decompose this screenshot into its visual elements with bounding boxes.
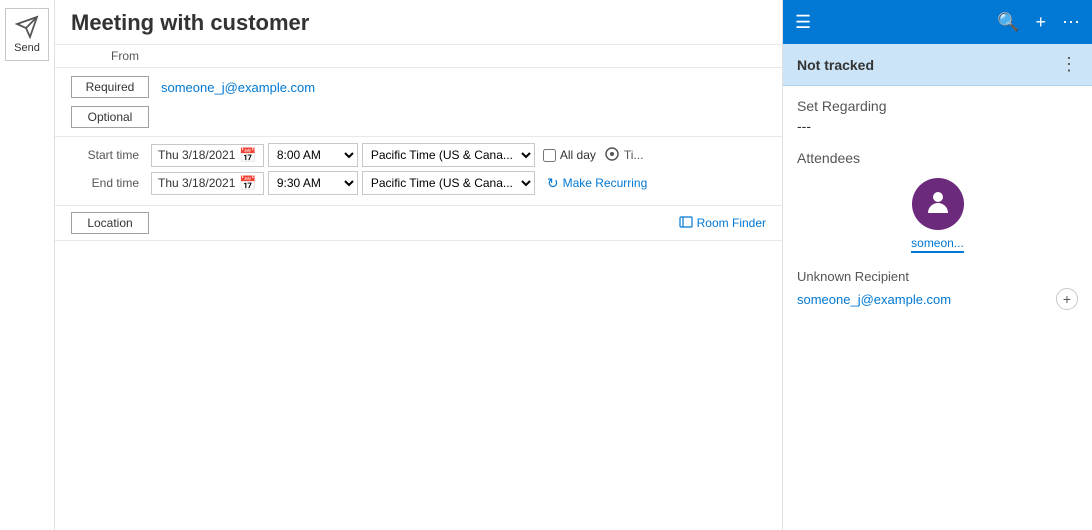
- search-icon[interactable]: 🔍: [997, 12, 1019, 33]
- location-button[interactable]: Location: [71, 212, 149, 234]
- recipients-section: Required someone_j@example.com Optional: [55, 68, 782, 137]
- end-time-row: End time Thu 3/18/2021 📅 9:30 AM Pacific…: [71, 171, 766, 195]
- send-label: Send: [14, 42, 40, 54]
- sidebar-content: Set Regarding --- Attendees someon... Un…: [783, 86, 1092, 530]
- optional-button[interactable]: Optional: [71, 106, 149, 128]
- time-section: Start time Thu 3/18/2021 📅 8:00 AM Pacif…: [55, 137, 782, 206]
- banner-more-icon[interactable]: ⋮: [1060, 54, 1078, 75]
- unknown-recipient-section: Unknown Recipient someone_j@example.com …: [797, 269, 1078, 310]
- menu-icon[interactable]: ☰: [795, 12, 811, 33]
- time-extra: Ti...: [624, 148, 644, 162]
- required-button[interactable]: Required: [71, 76, 149, 98]
- add-icon[interactable]: +: [1035, 12, 1046, 33]
- location-section: Location Room Finder: [55, 206, 782, 241]
- sidebar-header: ☰ 🔍 + ⋯: [783, 0, 1092, 44]
- location-row: Location Room Finder: [71, 212, 766, 234]
- add-recipient-button[interactable]: +: [1056, 288, 1078, 310]
- right-sidebar: ☰ 🔍 + ⋯ Not tracked ⋮ Set Regarding --- …: [782, 0, 1092, 530]
- title-row: [55, 0, 782, 45]
- attendee-name[interactable]: someon...: [911, 236, 964, 253]
- start-time-label: Start time: [71, 148, 151, 162]
- end-calendar-icon: 📅: [239, 175, 256, 192]
- all-day-label[interactable]: All day: [543, 148, 596, 162]
- required-email[interactable]: someone_j@example.com: [161, 80, 315, 95]
- from-label: From: [71, 49, 151, 63]
- avatar-person-icon: [924, 187, 952, 222]
- regarding-value: ---: [797, 118, 1078, 134]
- start-time-select[interactable]: 8:00 AM: [268, 143, 358, 167]
- sidebar-header-right-icons: 🔍 + ⋯: [997, 12, 1080, 33]
- end-time-select[interactable]: 9:30 AM: [268, 171, 358, 195]
- start-date-value: Thu 3/18/2021: [158, 148, 235, 162]
- end-date-value: Thu 3/18/2021: [158, 176, 235, 190]
- optional-row: Optional: [71, 102, 766, 132]
- set-regarding-label: Set Regarding: [797, 98, 1078, 114]
- send-panel: Send: [0, 0, 55, 530]
- unknown-recipient-label: Unknown Recipient: [797, 269, 1078, 284]
- attendee-avatar: [912, 178, 964, 230]
- send-icon: [15, 15, 39, 39]
- from-row: From: [55, 45, 782, 68]
- make-recurring-button[interactable]: ↻ Make Recurring: [547, 175, 647, 192]
- track-icon: [604, 146, 620, 165]
- room-finder-button[interactable]: Room Finder: [679, 215, 766, 232]
- attendee-item: someon...: [797, 178, 1078, 253]
- end-timezone-select[interactable]: Pacific Time (US & Cana...: [362, 171, 535, 195]
- start-time-row: Start time Thu 3/18/2021 📅 8:00 AM Pacif…: [71, 143, 766, 167]
- location-input[interactable]: [161, 216, 671, 231]
- end-date-picker[interactable]: Thu 3/18/2021 📅: [151, 172, 264, 195]
- not-tracked-label: Not tracked: [797, 57, 874, 73]
- sidebar-header-icons: ☰: [795, 12, 811, 33]
- end-time-label: End time: [71, 176, 151, 190]
- send-button[interactable]: Send: [5, 8, 49, 61]
- all-day-checkbox[interactable]: [543, 149, 556, 162]
- recurring-icon: ↻: [547, 175, 559, 192]
- compose-body[interactable]: [55, 241, 782, 530]
- more-icon[interactable]: ⋯: [1062, 12, 1080, 33]
- calendar-icon: 📅: [239, 147, 256, 164]
- required-row: Required someone_j@example.com: [71, 72, 766, 102]
- unknown-email-link[interactable]: someone_j@example.com: [797, 292, 951, 307]
- room-finder-icon: [679, 215, 693, 232]
- attendees-label: Attendees: [797, 150, 1078, 166]
- unknown-email-row: someone_j@example.com +: [797, 288, 1078, 310]
- not-tracked-banner: Not tracked ⋮: [783, 44, 1092, 86]
- compose-area: From Required someone_j@example.com Opti…: [55, 0, 782, 530]
- start-timezone-select[interactable]: Pacific Time (US & Cana...: [362, 143, 535, 167]
- meeting-title-input[interactable]: [71, 10, 766, 36]
- start-date-picker[interactable]: Thu 3/18/2021 📅: [151, 144, 264, 167]
